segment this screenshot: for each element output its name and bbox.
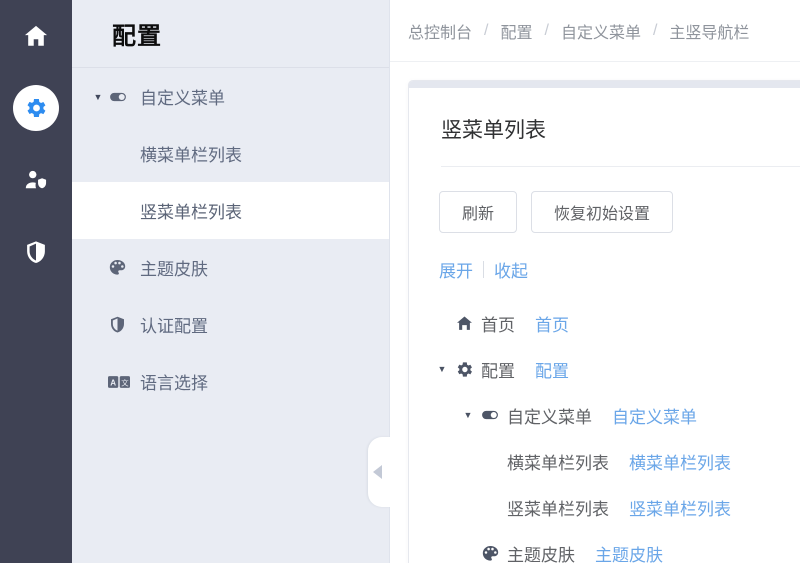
refresh-button[interactable]: 刷新 [439,191,518,233]
card-top-strip [409,81,800,88]
sidebar-item-label: 横菜单栏列表 [140,146,242,165]
breadcrumb-separator: / [544,21,549,39]
tree-node-label: 配置 [481,361,515,381]
sidebar-item-label: 主题皮肤 [140,260,208,279]
app-root: 配置 ▼ 自定义菜单 横菜单栏列表 竖菜单栏列表 主题皮肤 认证配置 A 文 语… [0,0,800,563]
rail-active-bubble [13,85,59,131]
sidebar-item-label: 竖菜单栏列表 [140,203,242,222]
content-card: 竖菜单列表 刷新 恢复初始设置 展开 收起 首页 首页 ▼ 配置 配置 ▼ 自定… [408,80,800,563]
home-icon [451,314,477,333]
chevron-down-icon[interactable]: ▼ [90,92,106,102]
breadcrumb-item-main-vertical-nav: 主竖导航栏 [669,24,750,42]
tree-node-label: 横菜单栏列表 [507,453,609,473]
collapse-all-link[interactable]: 收起 [494,257,528,282]
sidebar-item-language-select[interactable]: A 文 语言选择 [72,353,389,410]
tree-node-alias[interactable]: 自定义菜单 [612,403,697,428]
tree-node-vertical-menu-list[interactable]: 竖菜单栏列表 竖菜单栏列表 [409,484,800,530]
tree-node-custom-menu[interactable]: ▼ 自定义菜单 自定义菜单 [409,392,800,438]
tree-node-alias[interactable]: 竖菜单栏列表 [629,495,731,520]
breadcrumb-item-console[interactable]: 总控制台 [408,19,472,43]
sidebar-item-horizontal-menu-list[interactable]: 横菜单栏列表 [72,125,389,182]
tree-toggle-links: 展开 收起 [409,233,800,282]
rail-item-settings[interactable] [0,72,72,144]
main-area: 总控制台 / 配置 / 自定义菜单 / 主竖导航栏 竖菜单列表 刷新 恢复初始设… [390,0,800,563]
shield-icon [23,239,49,265]
tree-node-theme-skin[interactable]: 主题皮肤 主题皮肤 [409,530,800,563]
tree-node-alias[interactable]: 首页 [535,311,569,336]
breadcrumb-item-config[interactable]: 配置 [500,19,532,43]
tree-node-alias[interactable]: 配置 [535,357,569,382]
sidebar-item-custom-menu[interactable]: ▼ 自定义菜单 [72,68,389,125]
tree-node-alias[interactable]: 主题皮肤 [595,541,663,563]
palette-icon [477,544,503,563]
tree-node-label: 自定义菜单 [507,407,592,427]
tree-node-horizontal-menu-list[interactable]: 横菜单栏列表 横菜单栏列表 [409,438,800,484]
collapse-sidebar-handle[interactable] [368,437,390,507]
breadcrumb-separator: / [484,21,489,39]
home-icon [23,23,49,49]
page-title: 竖菜单列表 [441,119,546,142]
tree-node-label: 竖菜单栏列表 [507,499,609,519]
primary-icon-rail [0,0,72,563]
tree-node-home[interactable]: 首页 首页 [409,300,800,346]
sidebar-item-auth-config[interactable]: 认证配置 [72,296,389,353]
breadcrumb-item-custom-menu[interactable]: 自定义菜单 [561,19,641,43]
user-shield-icon [23,167,49,193]
sidebar-menu: ▼ 自定义菜单 横菜单栏列表 竖菜单栏列表 主题皮肤 认证配置 A 文 语言选择 [72,68,389,410]
sidebar-item-label: 自定义菜单 [140,89,225,108]
sidebar-title: 配置 [72,0,389,68]
rail-item-security[interactable] [0,216,72,288]
sidebar-item-theme-skin[interactable]: 主题皮肤 [72,239,389,296]
link-divider [483,261,484,278]
secondary-sidebar: 配置 ▼ 自定义菜单 横菜单栏列表 竖菜单栏列表 主题皮肤 认证配置 A 文 语… [72,0,390,563]
chevron-down-icon[interactable]: ▼ [459,410,477,420]
sidebar-item-vertical-menu-list[interactable]: 竖菜单栏列表 [72,182,389,239]
action-button-row: 刷新 恢复初始设置 [409,167,800,233]
breadcrumb: 总控制台 / 配置 / 自定义菜单 / 主竖导航栏 [390,0,800,62]
toggle-icon [108,87,134,107]
sidebar-item-label: 认证配置 [140,317,208,336]
chevron-left-icon [373,465,382,479]
tree-node-label: 主题皮肤 [507,545,575,563]
tree-node-label: 首页 [481,315,515,335]
tree-node-alias[interactable]: 横菜单栏列表 [629,449,731,474]
palette-icon [108,258,134,277]
breadcrumb-separator: / [652,21,658,39]
gear-icon [24,96,48,120]
language-icon: A 文 [108,375,134,389]
restore-defaults-button[interactable]: 恢复初始设置 [531,191,674,233]
menu-tree: 首页 首页 ▼ 配置 配置 ▼ 自定义菜单 自定义菜单 横菜单栏列表 横菜单栏列… [409,282,800,563]
svg-text:文: 文 [121,378,129,387]
shield-icon [108,315,134,334]
expand-all-link[interactable]: 展开 [439,257,473,282]
toggle-icon [477,405,503,425]
tree-node-config[interactable]: ▼ 配置 配置 [409,346,800,392]
rail-item-user-permission[interactable] [0,144,72,216]
svg-text:A: A [110,378,116,387]
sidebar-item-label: 语言选择 [140,374,208,393]
chevron-down-icon[interactable]: ▼ [433,364,451,374]
gear-icon [451,360,477,379]
rail-item-home[interactable] [0,0,72,72]
